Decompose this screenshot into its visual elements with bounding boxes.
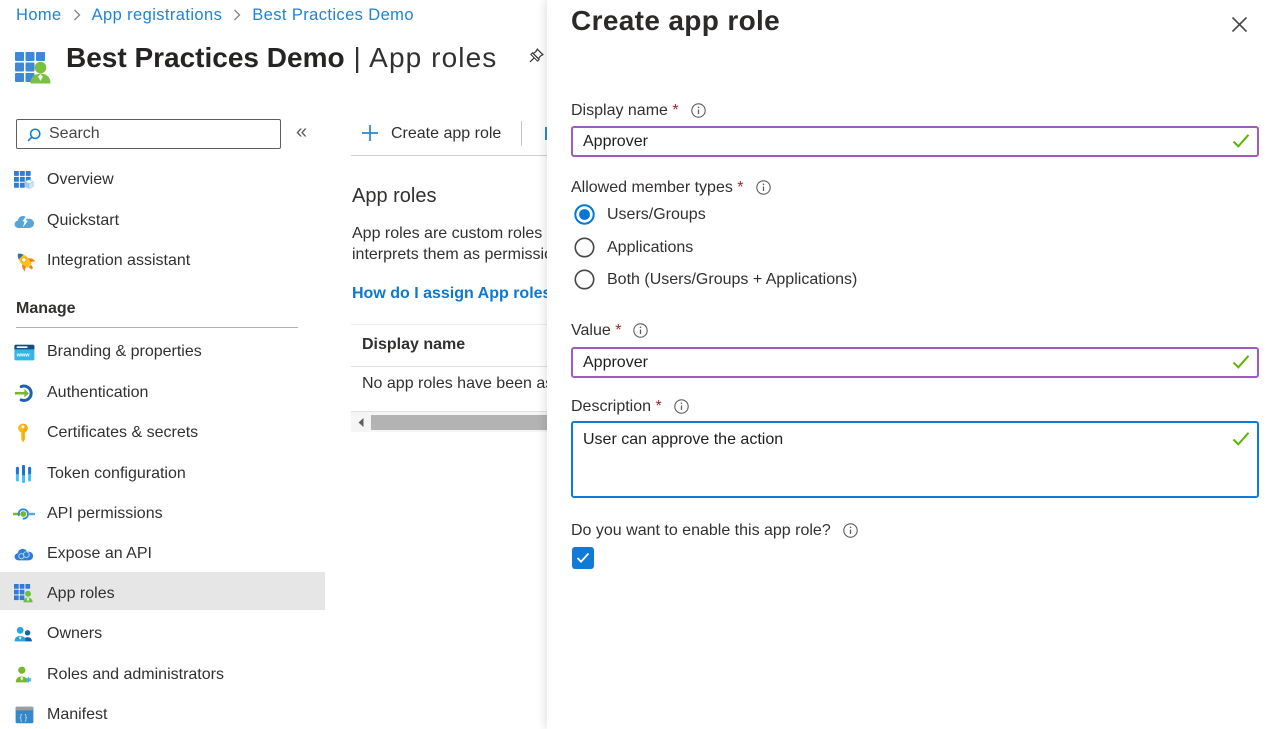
svg-text:{ }: { } xyxy=(20,712,28,721)
svg-text:www: www xyxy=(16,352,31,358)
